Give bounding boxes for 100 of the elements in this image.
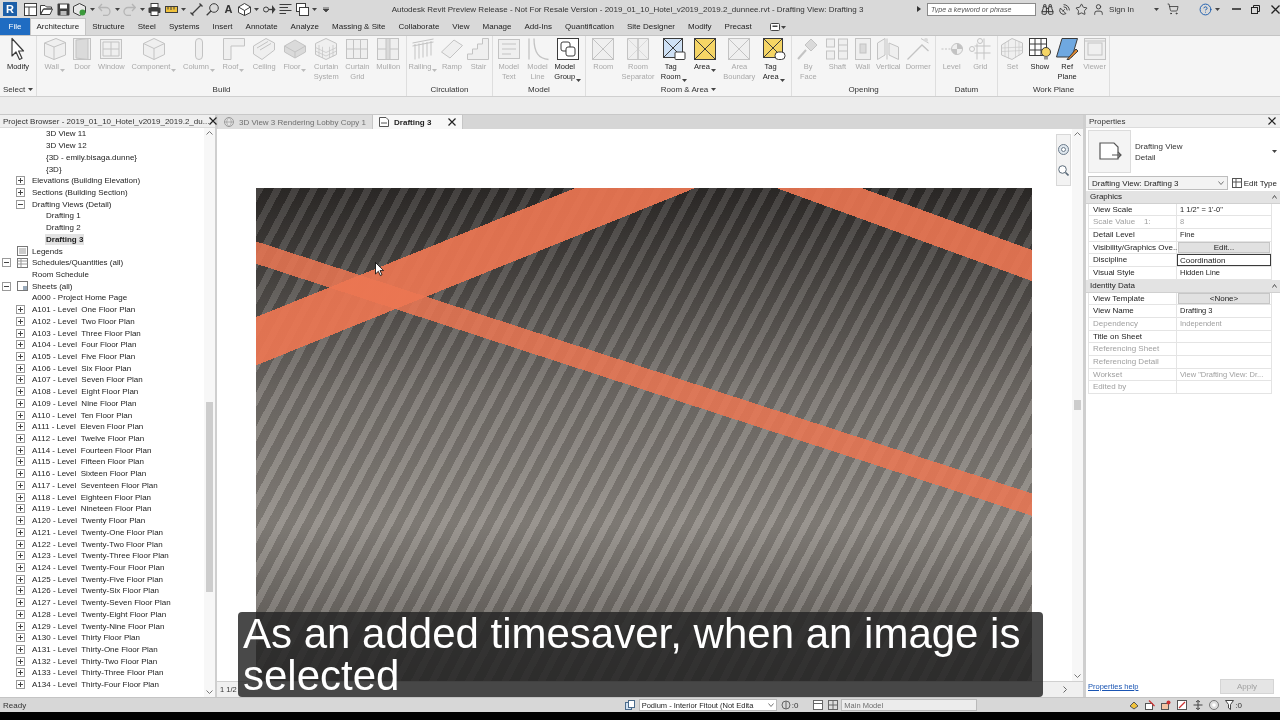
- tree-item[interactable]: A103 - Level Three Floor Plan: [31, 327, 142, 339]
- magnifier-icon[interactable]: [206, 2, 219, 16]
- tree-item[interactable]: Drafting Views (Detail): [31, 198, 113, 210]
- expand-toggle-icon[interactable]: [16, 492, 25, 502]
- scroll-down-icon[interactable]: [206, 690, 213, 694]
- box-line-icon[interactable]: [1145, 700, 1156, 710]
- dimension-line-icon[interactable]: [189, 2, 203, 16]
- tree-item[interactable]: Sheets (all): [31, 280, 74, 292]
- caret-icon[interactable]: [1272, 150, 1277, 153]
- property-group-header[interactable]: Graphics: [1086, 191, 1280, 204]
- caret-icon[interactable]: [681, 79, 687, 82]
- horizontal-lines-icon[interactable]: [279, 2, 293, 16]
- tree-item[interactable]: A116 - Level Sixteen Floor Plan: [31, 468, 148, 480]
- property-field[interactable]: Coordination: [1177, 254, 1271, 267]
- close-icon[interactable]: [1268, 117, 1276, 125]
- expand-toggle-icon[interactable]: [16, 410, 25, 420]
- tree-item[interactable]: A106 - Level Six Floor Plan: [31, 362, 133, 374]
- tree-item[interactable]: A108 - Level Eight Floor Plan: [31, 386, 140, 398]
- document-tab[interactable]: Drafting 3: [373, 115, 464, 129]
- scroll-up-icon[interactable]: [206, 131, 213, 135]
- printer-icon[interactable]: [148, 2, 161, 16]
- square-slash-icon[interactable]: [1177, 700, 1188, 710]
- expand-toggle-icon[interactable]: [16, 469, 25, 479]
- ribbon-toggle-icon[interactable]: [770, 22, 787, 31]
- expand-toggle-icon[interactable]: [16, 621, 25, 631]
- tree-item[interactable]: A114 - Level Fourteen Floor Plan: [31, 444, 153, 456]
- expand-toggle-icon[interactable]: [16, 445, 25, 455]
- tree-item[interactable]: Drafting 2: [45, 222, 82, 234]
- user-icon[interactable]: [1092, 2, 1106, 16]
- expand-toggle-icon[interactable]: [16, 398, 25, 408]
- ribbon-tab[interactable]: Collaborate: [391, 18, 446, 35]
- tree-item[interactable]: 3D View 12: [45, 140, 88, 152]
- tree-item[interactable]: A124 - Level Twenty-Four Floor Plan: [31, 561, 166, 573]
- tree-item[interactable]: A119 - Level Nineteen Floor Plan: [31, 503, 153, 515]
- ribbon-tab[interactable]: Massing & Site: [325, 18, 392, 35]
- expand-toggle-icon[interactable]: [16, 504, 25, 514]
- tree-item[interactable]: A120 - Level Twenty Floor Plan: [31, 515, 147, 527]
- collapse-toggle-icon[interactable]: [16, 199, 25, 209]
- filter-icon[interactable]: [1225, 700, 1235, 710]
- ribbon-tab[interactable]: Add-Ins: [518, 18, 559, 35]
- ribbon-tab[interactable]: Architecture: [30, 18, 86, 35]
- expand-toggle-icon[interactable]: [16, 422, 25, 432]
- expand-toggle-icon[interactable]: [16, 645, 25, 654]
- tree-item[interactable]: A118 - Level Eighteen Floor Plan: [31, 491, 153, 503]
- instance-selector[interactable]: Drafting View: Drafting 3: [1088, 176, 1228, 190]
- tree-item[interactable]: Sections (Building Section): [31, 186, 129, 198]
- tree-item[interactable]: A123 - Level Twenty-Three Floor Plan: [31, 550, 170, 562]
- ribbon-tab[interactable]: Analyze: [284, 18, 326, 35]
- tree-item[interactable]: A105 - Level Five Floor Plan: [31, 351, 137, 362]
- window-frame-icon[interactable]: [813, 700, 824, 710]
- help-icon[interactable]: [1199, 2, 1212, 16]
- caret-icon[interactable]: [779, 79, 785, 82]
- expand-toggle-icon[interactable]: [16, 187, 25, 197]
- tree-item[interactable]: Elevations (Building Elevation): [31, 175, 142, 187]
- expand-toggle-icon[interactable]: [16, 480, 25, 490]
- expand-toggle-icon[interactable]: [16, 586, 25, 596]
- caret-icon[interactable]: [1215, 7, 1220, 11]
- caret-icon[interactable]: [312, 7, 318, 11]
- expand-toggle-icon[interactable]: [16, 527, 25, 537]
- expand-toggle-icon[interactable]: [16, 305, 25, 315]
- ribbon-tab[interactable]: View: [445, 18, 477, 35]
- satellite-dish-icon[interactable]: [1058, 2, 1072, 16]
- ribbon-tab[interactable]: Modify: [681, 18, 719, 35]
- sign-in-link[interactable]: Sign In: [1109, 4, 1134, 14]
- expand-arrow-icon[interactable]: [917, 6, 921, 12]
- window-panel-icon[interactable]: [23, 2, 37, 16]
- tree-item[interactable]: A101 - Level One Floor Plan: [31, 304, 137, 316]
- tree-item[interactable]: A117 - Level Seventeen Floor Plan: [31, 479, 159, 491]
- tree-item[interactable]: A102 - Level Two Floor Plan: [31, 315, 136, 327]
- expand-toggle-icon[interactable]: [16, 668, 25, 678]
- tree-item[interactable]: Schedules/Quantities (all): [31, 257, 125, 269]
- expand-toggle-icon[interactable]: [16, 457, 25, 467]
- expand-toggle-icon[interactable]: [16, 633, 25, 643]
- caret-icon[interactable]: [28, 87, 34, 91]
- tree-item[interactable]: Legends: [31, 245, 64, 257]
- expand-toggle-icon[interactable]: [16, 316, 25, 326]
- binoculars-icon[interactable]: [1041, 2, 1055, 16]
- tree-item[interactable]: {3D}: [45, 163, 63, 175]
- expand-toggle-icon[interactable]: [16, 328, 25, 338]
- tree-item[interactable]: A129 - Level Twenty-Nine Floor Plan: [31, 620, 166, 632]
- expand-toggle-icon[interactable]: [16, 516, 25, 526]
- tree-item[interactable]: A134 - Level Thirty-Four Floor Plan: [31, 679, 160, 691]
- ribbon-tab[interactable]: Quantification: [558, 18, 621, 35]
- close-icon[interactable]: [1271, 4, 1280, 14]
- caret-icon[interactable]: [576, 79, 582, 82]
- tree-item[interactable]: A125 - Level Twenty-Five Floor Plan: [31, 573, 165, 585]
- expand-toggle-icon[interactable]: [16, 680, 25, 690]
- ribbon-tab[interactable]: Steel: [131, 18, 163, 35]
- property-button[interactable]: Edit...: [1178, 242, 1270, 254]
- ribbon-tab[interactable]: File: [0, 18, 30, 35]
- close-icon[interactable]: [209, 117, 218, 125]
- edit-type-button[interactable]: Edit Type: [1230, 176, 1278, 190]
- expand-toggle-icon[interactable]: [16, 363, 25, 373]
- app-menu-logo[interactable]: R: [3, 2, 17, 16]
- document-tab[interactable]: 3D View 3 Rendering Lobby Copy 1: [218, 115, 374, 129]
- caret-icon[interactable]: [710, 69, 716, 72]
- scroll-down-icon[interactable]: [1074, 674, 1081, 678]
- tree-item[interactable]: A111 - Level Eleven Floor Plan: [31, 421, 145, 433]
- tree-item[interactable]: A126 - Level Twenty-Six Floor Plan: [31, 585, 161, 597]
- tree-item[interactable]: Room Schedule: [31, 269, 90, 280]
